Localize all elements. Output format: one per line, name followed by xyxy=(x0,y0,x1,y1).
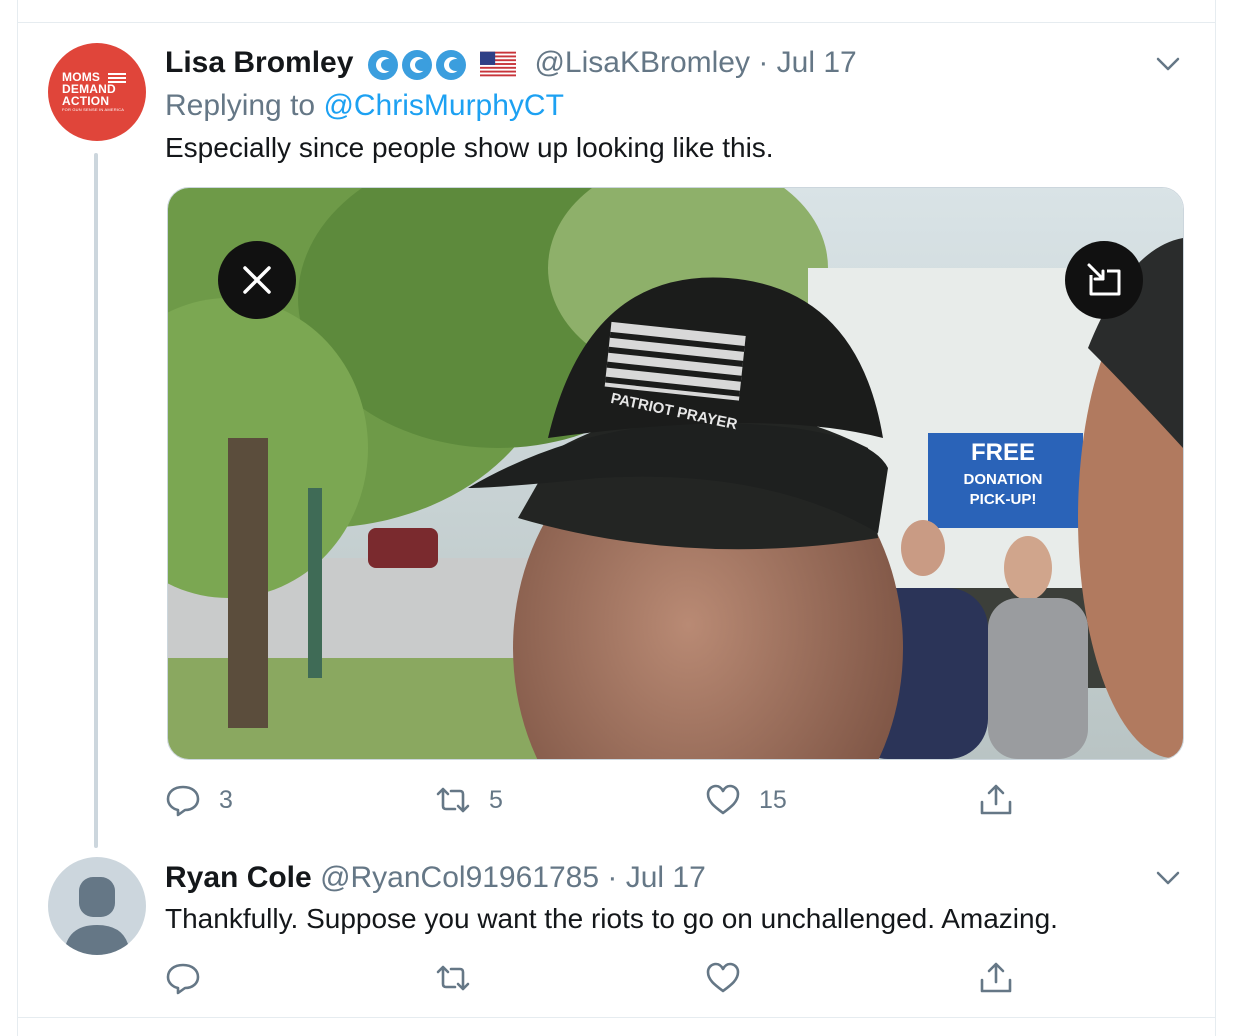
close-icon xyxy=(243,266,271,294)
wave-badge-icon xyxy=(401,50,432,81)
chevron-down-icon[interactable] xyxy=(1154,864,1182,892)
tweet-date[interactable]: Jul 17 xyxy=(626,861,706,894)
thread-connector-line xyxy=(94,153,98,848)
separator: · xyxy=(607,861,618,894)
retweet-count: 5 xyxy=(489,785,503,814)
tweet-header: Lisa Bromley @LisaKBromley · Jul 17 xyxy=(165,46,857,81)
picture-in-picture-icon xyxy=(1087,263,1121,296)
author-name[interactable]: Ryan Cole xyxy=(165,861,312,894)
sign-text: PICK-UP! xyxy=(970,491,1037,508)
author-handle[interactable]: @LisaKBromley xyxy=(534,46,750,79)
tweet-text: Thankfully. Suppose you want the riots t… xyxy=(165,903,1058,934)
reply-count: 3 xyxy=(219,785,233,814)
reply-button[interactable] xyxy=(165,958,201,998)
separator: · xyxy=(758,46,769,79)
close-video-button[interactable] xyxy=(218,241,296,319)
us-flag-icon xyxy=(480,51,517,77)
reply-icon xyxy=(166,785,200,817)
retweet-button[interactable]: 5 xyxy=(435,780,503,820)
share-icon xyxy=(980,784,1012,815)
name-emoji-badges xyxy=(367,47,470,81)
like-button[interactable] xyxy=(705,958,741,998)
tweet-actions xyxy=(165,958,1065,998)
video-player[interactable]: FREE DONATION PICK-UP! PATRIOT PRAYER xyxy=(167,187,1184,760)
avatar[interactable] xyxy=(48,857,146,955)
wave-badge-icon xyxy=(435,50,466,81)
tweet-header: Ryan Cole @RyanCol91961785 · Jul 17 xyxy=(165,861,706,895)
like-icon xyxy=(706,962,740,993)
sign-text: FREE xyxy=(971,439,1035,466)
picture-in-picture-button[interactable] xyxy=(1065,241,1143,319)
share-icon xyxy=(980,962,1012,993)
divider xyxy=(17,22,1215,23)
replying-to: Replying to @ChrisMurphyCT xyxy=(165,89,564,122)
retweet-icon xyxy=(436,787,470,813)
retweet-button[interactable] xyxy=(435,958,471,998)
logo-stripes xyxy=(108,73,126,85)
wave-badge-icon xyxy=(367,50,398,81)
like-icon xyxy=(706,784,740,815)
divider xyxy=(17,1017,1215,1018)
share-button[interactable] xyxy=(978,780,1014,820)
reply-button[interactable]: 3 xyxy=(165,780,233,820)
tweet-actions: 3 5 15 xyxy=(165,780,1065,820)
share-button[interactable] xyxy=(978,958,1014,998)
video-frame: FREE DONATION PICK-UP! PATRIOT PRAYER xyxy=(168,188,1183,759)
like-count: 15 xyxy=(759,785,787,814)
reply-icon xyxy=(166,963,200,995)
chevron-down-icon[interactable] xyxy=(1154,50,1182,78)
retweet-icon xyxy=(436,965,470,991)
like-button[interactable]: 15 xyxy=(705,780,787,820)
tweet-text: Especially since people show up looking … xyxy=(165,132,774,163)
tweet-date[interactable]: Jul 17 xyxy=(777,46,857,79)
default-avatar-icon xyxy=(64,877,130,955)
avatar[interactable]: MOMS DEMAND ACTION FOR GUN SENSE IN AMER… xyxy=(48,43,146,141)
replying-to-handle[interactable]: @ChrisMurphyCT xyxy=(323,89,563,122)
author-name[interactable]: Lisa Bromley xyxy=(165,46,353,79)
sign-text: DONATION xyxy=(964,471,1043,488)
author-handle[interactable]: @RyanCol91961785 xyxy=(320,861,599,894)
